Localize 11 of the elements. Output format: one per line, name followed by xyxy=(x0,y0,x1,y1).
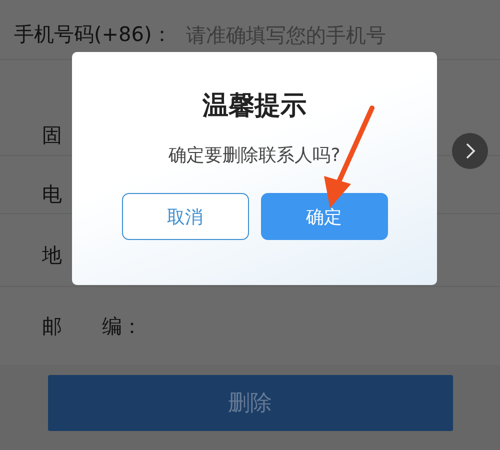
dialog-title: 温馨提示 xyxy=(202,90,306,123)
chevron-right-icon[interactable] xyxy=(452,133,488,169)
dialog-message: 确定要删除联系人吗? xyxy=(168,144,340,167)
delete-button[interactable]: 删除 xyxy=(48,375,452,431)
cancel-button[interactable]: 取消 xyxy=(122,193,248,240)
field-label: 邮 编： xyxy=(42,312,142,340)
field-label: 地 xyxy=(42,242,62,268)
field-label: 固 xyxy=(42,122,62,149)
field-label: 电 xyxy=(42,181,62,208)
field-label: 手机号码(+86)： xyxy=(14,21,172,48)
confirm-button[interactable]: 确定 xyxy=(260,193,388,240)
